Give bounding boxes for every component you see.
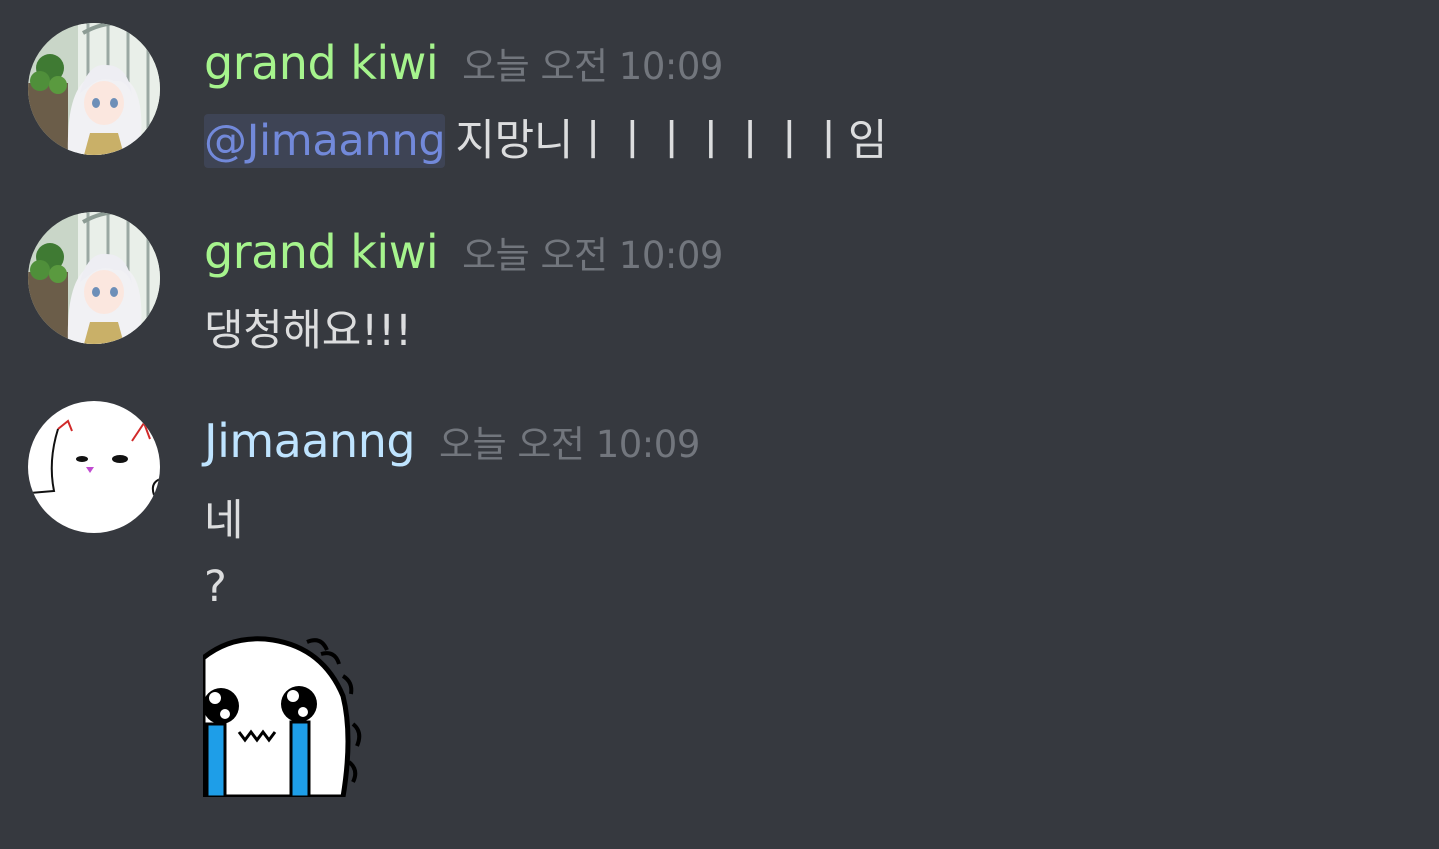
username[interactable]: grand kiwi [204, 36, 439, 90]
username[interactable]: grand kiwi [204, 225, 439, 279]
message-text: 네 [204, 496, 244, 546]
timestamp[interactable]: 오늘 오전 10:09 [462, 225, 723, 279]
timestamp[interactable]: 오늘 오전 10:09 [439, 414, 700, 468]
crying-face-sticker[interactable] [203, 636, 363, 797]
message-text: 지망니ㅣㅣㅣㅣㅣㅣㅣ임 [455, 116, 888, 166]
avatar-grand-kiwi[interactable] [28, 212, 160, 344]
avatar-grand-kiwi[interactable] [28, 23, 160, 155]
message-header: grand kiwi 오늘 오전 10:09 [204, 36, 723, 92]
timestamp[interactable]: 오늘 오전 10:09 [462, 36, 723, 90]
anime-girl-avatar-icon [28, 212, 160, 344]
message-content: @Jimaanng 지망니ㅣㅣㅣㅣㅣㅣㅣ임 [204, 106, 888, 168]
chat-messages: grand kiwi 오늘 오전 10:09 @Jimaanng 지망니ㅣㅣㅣㅣㅣ… [0, 0, 1439, 849]
message-text: ? [204, 562, 227, 612]
anime-girl-avatar-icon [28, 23, 160, 155]
message-header: grand kiwi 오늘 오전 10:09 [204, 225, 723, 281]
username[interactable]: Jimaanng [204, 414, 416, 468]
white-cat-avatar-icon [28, 401, 160, 533]
user-mention[interactable]: @Jimaanng [204, 114, 446, 168]
message-header: Jimaanng 오늘 오전 10:09 [204, 414, 700, 470]
message-text: 댕청해요!!! [204, 306, 412, 356]
crying-face-sticker-icon [203, 636, 362, 797]
avatar-jimaanng[interactable] [28, 401, 160, 533]
